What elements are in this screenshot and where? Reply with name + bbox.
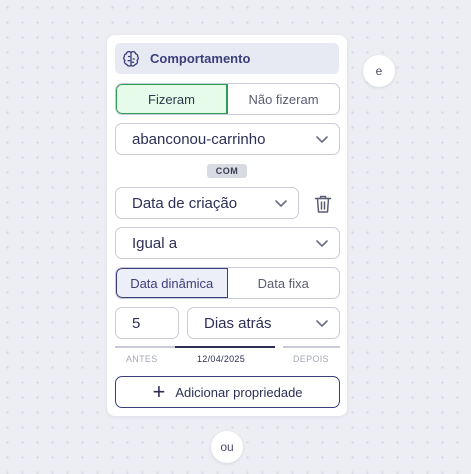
- or-connector-button[interactable]: ou: [211, 431, 243, 463]
- before-label: ANTES: [126, 354, 158, 364]
- fixed-date-option[interactable]: Data fixa: [228, 268, 340, 298]
- timeline-date: 12/04/2025: [197, 354, 246, 364]
- property-select-value: Data de criação: [132, 194, 238, 212]
- add-property-label: Adicionar propriedade: [175, 384, 303, 400]
- chevron-down-icon: [275, 200, 287, 207]
- event-select[interactable]: abanconou-carrinho: [115, 123, 340, 155]
- trash-icon: [314, 195, 332, 213]
- did-toggle: Fizeram Não fizeram: [115, 83, 340, 115]
- chevron-down-icon: [316, 136, 328, 143]
- delete-property-button[interactable]: [311, 192, 335, 216]
- property-select[interactable]: Data de criação: [115, 187, 299, 219]
- brain-icon: [120, 48, 142, 70]
- event-select-value: abanconou-carrinho: [132, 130, 266, 148]
- card-title: Comportamento: [150, 51, 251, 66]
- dynamic-date-option[interactable]: Data dinâmica: [116, 268, 228, 298]
- chevron-down-icon: [316, 240, 328, 247]
- operator-select[interactable]: Igual a: [115, 227, 340, 259]
- add-property-button[interactable]: + Adicionar propriedade: [115, 376, 340, 408]
- date-timeline: ANTES 12/04/2025 DEPOIS: [115, 343, 340, 373]
- unit-select[interactable]: Dias atrás: [187, 307, 340, 339]
- operator-select-value: Igual a: [132, 234, 178, 252]
- chevron-down-icon: [316, 320, 328, 327]
- and-connector-button[interactable]: e: [363, 55, 395, 87]
- before-segment: [115, 346, 175, 348]
- after-segment: [283, 346, 340, 348]
- did-option[interactable]: Fizeram: [116, 84, 228, 114]
- behavior-filter-card: Comportamento Fizeram Não fizeram abanco…: [107, 35, 347, 416]
- date-mode-toggle: Data dinâmica Data fixa: [115, 267, 340, 299]
- plus-icon: +: [152, 379, 166, 404]
- selected-segment: [175, 346, 275, 348]
- with-badge: COM: [207, 164, 247, 178]
- did-not-option[interactable]: Não fizeram: [228, 84, 339, 114]
- unit-select-value: Dias atrás: [204, 314, 272, 332]
- card-header: Comportamento: [115, 43, 339, 74]
- amount-input[interactable]: 5: [115, 307, 179, 339]
- after-label: DEPOIS: [293, 354, 329, 364]
